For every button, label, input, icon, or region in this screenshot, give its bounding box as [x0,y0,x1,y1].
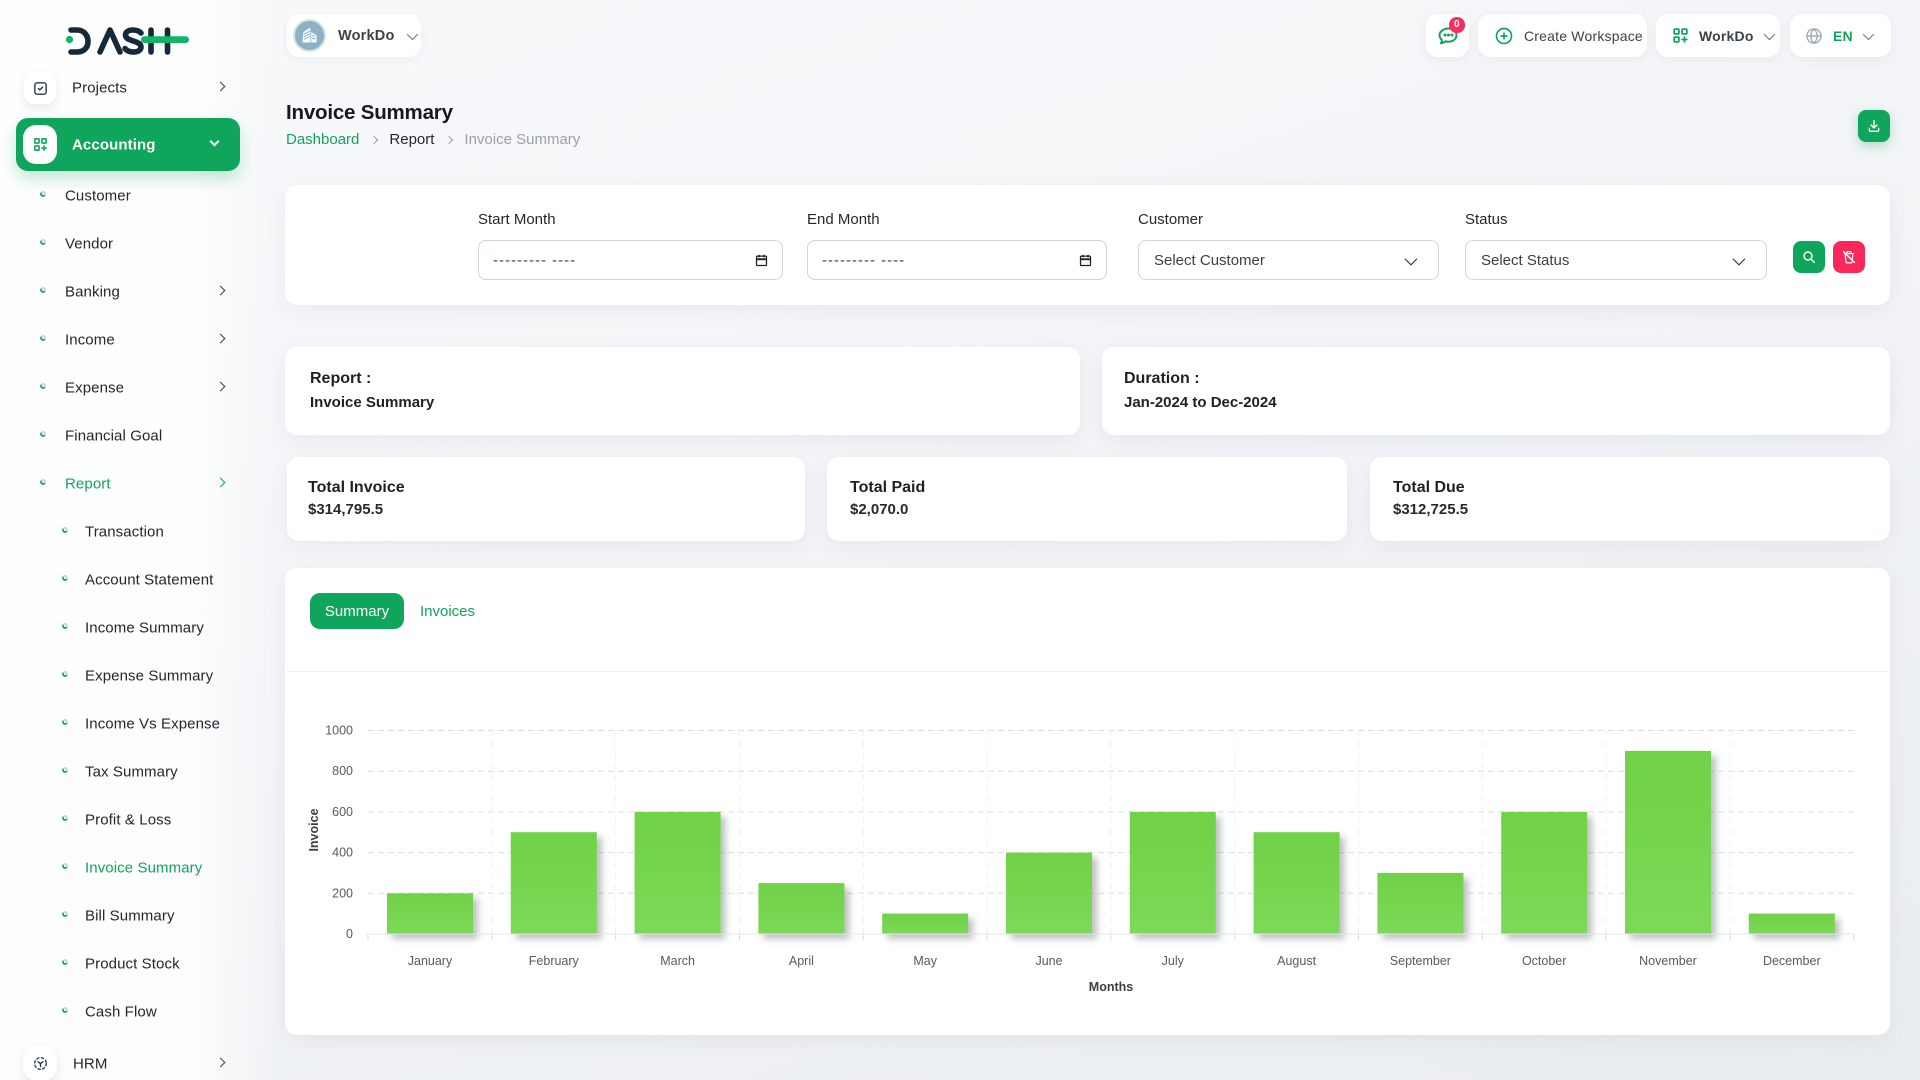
svg-text:600: 600 [332,805,353,819]
svg-text:800: 800 [332,764,353,778]
svg-text:July: July [1162,954,1185,968]
svg-text:Months: Months [1089,980,1133,994]
svg-text:March: March [660,954,695,968]
svg-text:200: 200 [332,886,353,900]
svg-text:January: January [408,954,453,968]
svg-text:0: 0 [346,927,353,941]
svg-text:August: August [1277,954,1316,968]
svg-text:June: June [1035,954,1062,968]
svg-text:October: October [1522,954,1566,968]
svg-text:May: May [913,954,937,968]
svg-text:Invoice: Invoice [307,808,321,851]
svg-text:February: February [529,954,580,968]
svg-text:1000: 1000 [325,724,353,738]
svg-text:December: December [1763,954,1821,968]
svg-text:September: September [1390,954,1451,968]
svg-text:November: November [1639,954,1697,968]
svg-text:April: April [789,954,814,968]
svg-text:400: 400 [332,846,353,860]
